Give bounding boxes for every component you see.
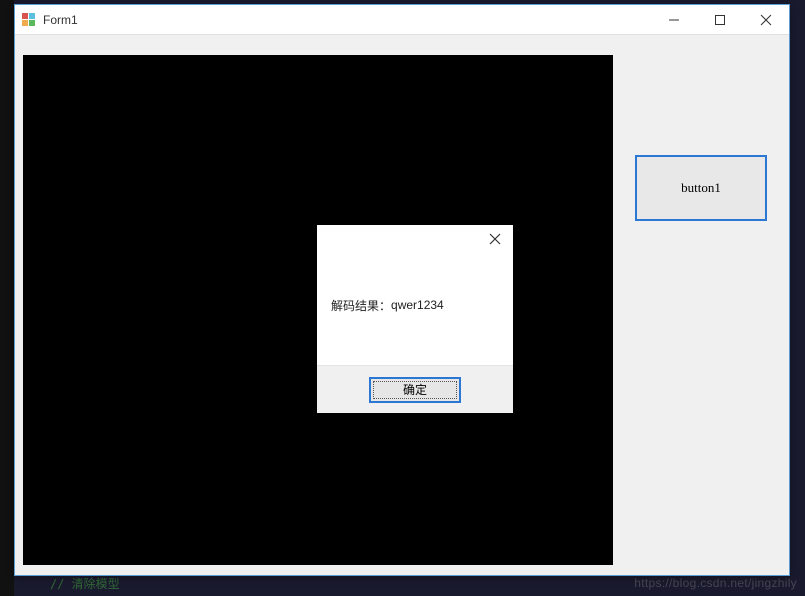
client-area: button1 解码结果：qwer1234 确定 (15, 35, 789, 575)
dialog-message-label: 解码结果： (331, 297, 391, 314)
close-button[interactable] (743, 5, 789, 35)
ok-button-label: 确定 (403, 381, 427, 398)
window-title: Form1 (43, 13, 78, 27)
titlebar[interactable]: Form1 (15, 5, 789, 35)
button1-label: button1 (681, 180, 721, 196)
dialog-footer: 确定 (317, 365, 513, 413)
ok-button[interactable]: 确定 (369, 377, 461, 403)
minimize-button[interactable] (651, 5, 697, 35)
button1[interactable]: button1 (635, 155, 767, 221)
code-comment: // 清除模型 (50, 575, 120, 592)
dialog-body: 解码结果：qwer1234 (317, 253, 513, 365)
message-dialog: 解码结果：qwer1234 确定 (317, 225, 513, 413)
dialog-close-button[interactable] (483, 227, 507, 251)
editor-gutter (0, 0, 14, 596)
main-window: Form1 button1 解码结果：qwer1234 (14, 4, 790, 576)
app-icon (21, 12, 37, 28)
maximize-button[interactable] (697, 5, 743, 35)
dialog-message-value: qwer1234 (391, 298, 444, 312)
watermark-text: https://blog.csdn.net/jingzhily (634, 576, 797, 590)
dialog-titlebar[interactable] (317, 225, 513, 253)
